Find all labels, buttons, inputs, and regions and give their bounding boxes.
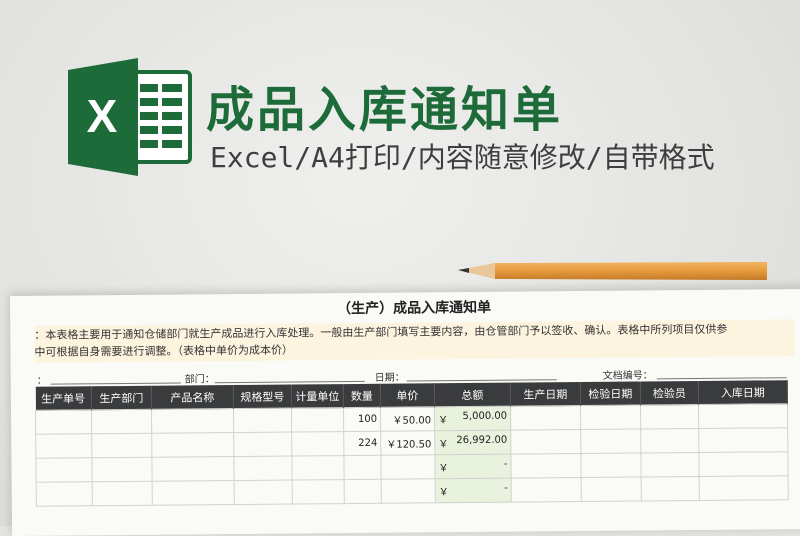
cell[interactable] (91, 457, 153, 482)
logo-letter: X (87, 90, 118, 142)
col-header[interactable]: 计量单位 (291, 384, 344, 409)
meta-underline (406, 379, 557, 382)
col-header[interactable]: 生产部门 (91, 385, 152, 410)
price-cell[interactable] (381, 478, 436, 504)
cell[interactable] (698, 427, 788, 453)
qty-cell[interactable]: 224 (343, 431, 381, 456)
cell[interactable] (510, 453, 582, 479)
cell[interactable] (640, 404, 699, 430)
cell[interactable] (580, 429, 641, 454)
col-header[interactable]: 单价 (380, 383, 435, 408)
cell[interactable] (233, 456, 293, 481)
cell[interactable] (698, 403, 788, 429)
cell[interactable] (233, 432, 292, 457)
pencil-icon (458, 262, 767, 280)
meta-first-label: ： (36, 375, 47, 387)
cell[interactable] (580, 405, 641, 430)
cell[interactable] (151, 456, 235, 482)
yen-symbol: ￥ (438, 439, 449, 451)
total-cell[interactable]: ￥ 5,000.00 (434, 406, 511, 431)
cell[interactable] (35, 457, 93, 483)
total-value: - (504, 482, 508, 494)
cell[interactable] (91, 409, 152, 434)
qty-cell[interactable] (344, 479, 382, 504)
cell[interactable] (151, 408, 234, 434)
col-header[interactable]: 检验员 (640, 380, 699, 406)
cell[interactable] (152, 480, 235, 506)
cell[interactable] (91, 433, 152, 458)
cell[interactable] (641, 476, 700, 501)
meta-doc-no-label: 文档编号： (602, 370, 653, 382)
page-subtitle: Excel/A4打印/内容随意修改/自带格式 (210, 141, 715, 174)
total-value: 26,992.00 (456, 434, 508, 447)
yen-symbol: ￥ (438, 463, 449, 475)
cell[interactable] (292, 479, 345, 505)
cell[interactable] (510, 405, 581, 431)
cell[interactable] (699, 475, 789, 501)
cell[interactable] (151, 432, 234, 458)
meta-underline (656, 377, 787, 380)
cell[interactable] (511, 477, 582, 503)
col-header[interactable]: 生产单号 (35, 386, 92, 411)
col-header[interactable]: 总额 (434, 382, 511, 407)
total-cell[interactable]: ￥ - (435, 478, 512, 503)
cell[interactable] (640, 452, 700, 477)
cell[interactable] (92, 481, 153, 506)
meta-underline (214, 380, 365, 384)
total-value: - (503, 458, 508, 470)
spreadsheet-paper: （生产）成品入库通知单 ：本表格主要用于通知仓储部门就生产成品进行入库处理。一般… (10, 289, 800, 536)
qty-cell[interactable]: 100 (343, 407, 381, 432)
cell[interactable] (640, 428, 699, 454)
excel-logo-icon: X (68, 58, 192, 176)
cell[interactable] (291, 407, 344, 433)
price-cell[interactable]: ￥50.00 (380, 406, 435, 432)
cell[interactable] (581, 476, 642, 502)
table-row: ￥ - (36, 475, 789, 507)
total-value: 5,000.00 (462, 410, 508, 423)
meta-underline (50, 382, 181, 385)
total-cell[interactable]: ￥ 26,992.00 (434, 430, 511, 455)
price-cell[interactable] (380, 454, 436, 480)
data-table: 生产单号 生产部门 产品名称 规格型号 计量单位 数量 单价 总额 生产日期 检… (35, 380, 789, 507)
meta-dept-label: 部门： (184, 374, 215, 386)
price-cell[interactable]: ￥120.50 (380, 430, 435, 456)
cell[interactable] (234, 480, 293, 505)
meta-date-label: 日期： (374, 372, 405, 384)
cell[interactable] (698, 451, 789, 477)
yen-symbol: ￥ (438, 415, 449, 427)
cell[interactable] (233, 408, 292, 433)
col-header[interactable]: 检验日期 (580, 381, 641, 406)
total-cell[interactable]: ￥ - (434, 454, 512, 479)
cell[interactable] (36, 481, 93, 507)
col-header[interactable]: 数量 (343, 383, 381, 408)
cell[interactable] (580, 453, 642, 478)
col-header[interactable]: 产品名称 (151, 385, 234, 410)
cell[interactable] (291, 431, 344, 457)
col-header[interactable]: 规格型号 (233, 384, 292, 409)
cell[interactable] (510, 429, 581, 455)
yen-symbol: ￥ (438, 487, 449, 499)
page-title: 成品入库通知单 (206, 82, 564, 138)
col-header[interactable]: 生产日期 (510, 382, 581, 407)
cell[interactable] (35, 409, 92, 435)
col-header[interactable]: 入库日期 (698, 380, 788, 405)
cell[interactable] (35, 433, 92, 459)
cell[interactable] (291, 455, 345, 481)
qty-cell[interactable] (343, 455, 382, 480)
